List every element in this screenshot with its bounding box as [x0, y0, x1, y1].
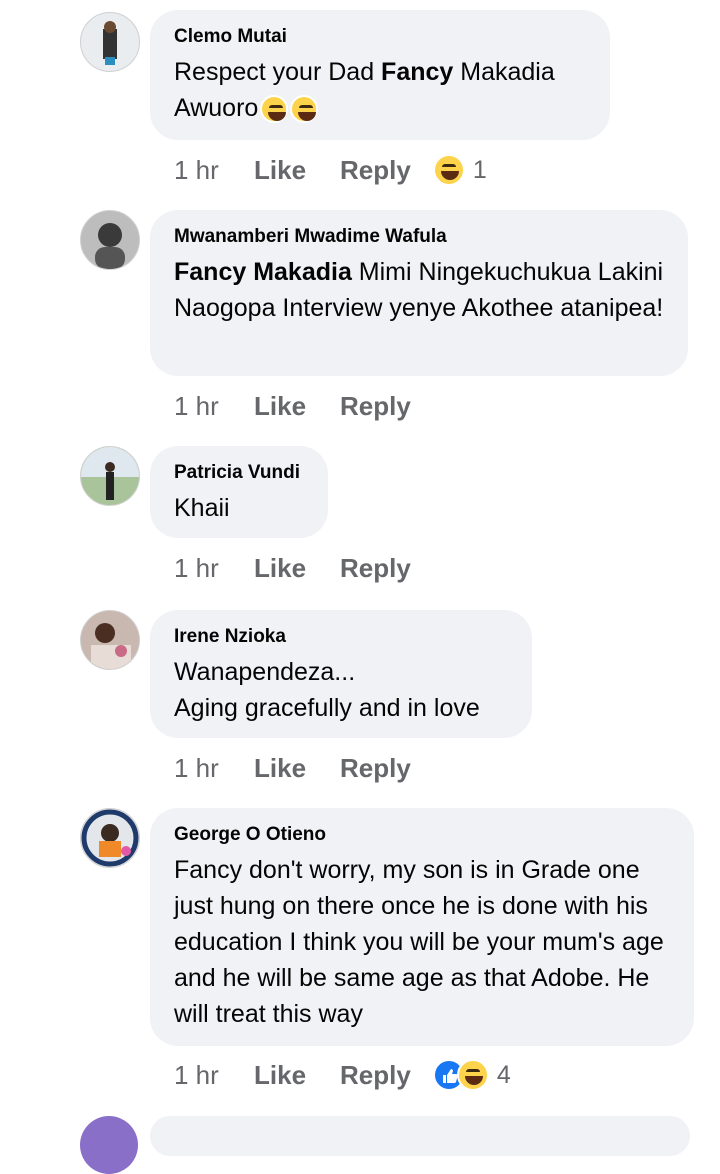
reaction-count: 4: [496, 1060, 511, 1089]
comment-actions: 1 hr Like Reply: [174, 550, 433, 586]
comment-bubble: Patricia Vundi Khaii: [150, 446, 328, 538]
comment-actions: 1 hr Like Reply: [174, 388, 433, 424]
comment-bubble: Mwanamberi Mwadime Wafula Fancy Makadia …: [150, 210, 688, 376]
comment-author[interactable]: Clemo Mutai: [174, 24, 586, 50]
comment-bubble: George O Otieno Fancy don't worry, my so…: [150, 808, 694, 1046]
comment-author[interactable]: Irene Nzioka: [174, 624, 508, 650]
comment-author[interactable]: Patricia Vundi: [174, 460, 304, 486]
next-comment-avatar[interactable]: [80, 1116, 138, 1174]
avatar[interactable]: [80, 12, 140, 72]
laugh-emoji-icon: [432, 154, 465, 186]
reply-button[interactable]: Reply: [340, 155, 411, 186]
laugh-emoji-icon: [456, 1059, 489, 1091]
comment-text: Fancy Makadia Mimi Ningekuchukua Lakini …: [174, 258, 664, 322]
like-button[interactable]: Like: [254, 391, 340, 422]
avatar[interactable]: [80, 610, 140, 670]
comment-bubble: Clemo Mutai Respect your Dad Fancy Makad…: [150, 10, 610, 140]
laugh-with-tears-emoji-icon: [260, 95, 289, 124]
comment-text: Respect your Dad Fancy Makadia Awuoro: [174, 58, 555, 124]
reply-button[interactable]: Reply: [340, 553, 411, 584]
comment-actions: 1 hr Like Reply 1: [174, 152, 487, 188]
reactions-summary[interactable]: 4: [432, 1059, 511, 1091]
reaction-count: 1: [472, 155, 487, 184]
comment-author[interactable]: George O Otieno: [174, 822, 670, 848]
like-button[interactable]: Like: [254, 155, 340, 186]
mention-link[interactable]: Fancy Makadia: [174, 258, 352, 286]
reply-button[interactable]: Reply: [340, 1060, 411, 1091]
timestamp[interactable]: 1 hr: [174, 753, 254, 784]
timestamp[interactable]: 1 hr: [174, 553, 254, 584]
next-comment-bubble: [150, 1116, 690, 1156]
comment-bubble: Irene Nzioka Wanapendeza... Aging gracefu…: [150, 610, 532, 738]
laugh-with-tears-emoji-icon: [290, 95, 319, 124]
avatar[interactable]: [80, 210, 140, 270]
comment-text: Wanapendeza... Aging gracefully and in lo…: [174, 658, 480, 722]
timestamp[interactable]: 1 hr: [174, 1060, 254, 1091]
mention-link[interactable]: Fancy: [381, 58, 453, 86]
comment-author[interactable]: Mwanamberi Mwadime Wafula: [174, 224, 664, 250]
avatar[interactable]: [80, 446, 140, 506]
reply-button[interactable]: Reply: [340, 391, 411, 422]
comment-text: Khaii: [174, 494, 230, 522]
like-button[interactable]: Like: [254, 553, 340, 584]
comment-text: Fancy don't worry, my son is in Grade on…: [174, 856, 664, 1028]
reply-button[interactable]: Reply: [340, 753, 411, 784]
avatar[interactable]: [80, 808, 140, 868]
like-button[interactable]: Like: [254, 1060, 340, 1091]
like-button[interactable]: Like: [254, 753, 340, 784]
reactions-summary[interactable]: 1: [432, 154, 487, 186]
comment-actions: 1 hr Like Reply 4: [174, 1057, 511, 1093]
timestamp[interactable]: 1 hr: [174, 391, 254, 422]
timestamp[interactable]: 1 hr: [174, 155, 254, 186]
comment-actions: 1 hr Like Reply: [174, 750, 433, 786]
